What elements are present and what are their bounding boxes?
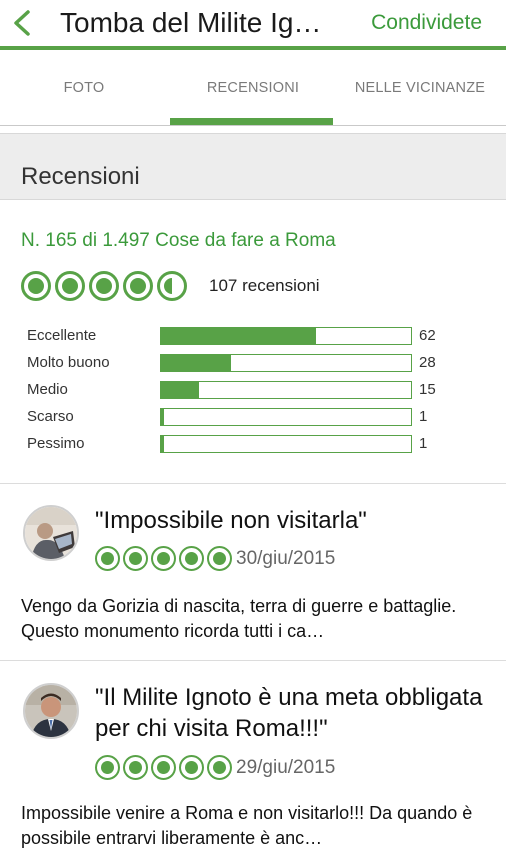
distribution-bar-fill [161, 436, 164, 452]
tab-nelle-vicinanze[interactable]: NELLE VICINANZE [334, 50, 506, 126]
distribution-bar-fill [161, 382, 199, 398]
distribution-label: Molto buono [27, 354, 110, 371]
distribution-label: Pessimo [27, 435, 85, 452]
distribution-count: 28 [419, 354, 436, 371]
distribution-bar [160, 408, 412, 426]
ranking-link[interactable]: N. 165 di 1.497 Cose da fare a Roma [21, 228, 336, 254]
tab-bar: FOTO RECENSIONI NELLE VICINANZE [0, 50, 506, 126]
rating-bubble [207, 546, 232, 571]
distribution-count: 1 [419, 408, 428, 425]
distribution-label: Scarso [27, 408, 74, 425]
rating-bubble [95, 755, 120, 780]
rating-bubble [157, 271, 187, 301]
review-date: 29/giu/2015 [236, 757, 336, 778]
rating-bubble [55, 271, 85, 301]
review-text: Vengo da Gorizia di nascita, terra di gu… [21, 596, 457, 641]
rating-bubble [123, 271, 153, 301]
distribution-label: Medio [27, 381, 68, 398]
rating-bubble [179, 546, 204, 571]
rating-bubbles [21, 271, 191, 301]
tab-foto[interactable]: FOTO [0, 50, 168, 126]
distribution-bar [160, 435, 412, 453]
review-date: 30/giu/2015 [236, 548, 336, 569]
distribution-row[interactable]: Medio 15 [0, 380, 506, 407]
distribution-count: 1 [419, 435, 428, 452]
distribution-row[interactable]: Molto buono 28 [0, 353, 506, 380]
rating-bubble [151, 755, 176, 780]
distribution-bar [160, 381, 412, 399]
rating-bubble [151, 546, 176, 571]
distribution-bar [160, 327, 412, 345]
distribution-bar-fill [161, 328, 316, 344]
rating-bubble [123, 755, 148, 780]
share-button[interactable]: Condividete [371, 10, 482, 36]
distribution-bar-fill [161, 409, 164, 425]
distribution-row[interactable]: Eccellente 62 [0, 326, 506, 353]
distribution-row[interactable]: Scarso 1 [0, 407, 506, 434]
distribution-bar-fill [161, 355, 231, 371]
review-text: Impossibile venire a Roma e non visitarl… [21, 803, 473, 848]
rating-bubble [123, 546, 148, 571]
distribution-row[interactable]: Pessimo 1 [0, 434, 506, 461]
avatar[interactable] [23, 683, 79, 739]
review-title[interactable]: "Il Milite Ignoto è una meta obbligata p… [95, 682, 490, 744]
review-rating-bubbles [95, 755, 235, 780]
rating-bubble [95, 546, 120, 571]
divider [0, 483, 506, 484]
divider [0, 660, 506, 661]
app-header: Tomba del Milite Ig… Condividete [0, 0, 506, 50]
active-tab-indicator [170, 118, 333, 125]
distribution-bar [160, 354, 412, 372]
distribution-count: 15 [419, 381, 436, 398]
distribution-count: 62 [419, 327, 436, 344]
reviews-count: 107 recensioni [209, 276, 320, 295]
rating-bubble [179, 755, 204, 780]
rating-bubble [89, 271, 119, 301]
review-rating-bubbles [95, 546, 235, 571]
distribution-label: Eccellente [27, 327, 97, 344]
page-title: Tomba del Milite Ig… [60, 7, 322, 38]
section-title: Recensioni [21, 163, 140, 190]
avatar[interactable] [23, 505, 79, 561]
chevron-left-icon[interactable] [6, 6, 40, 40]
rating-bubble [21, 271, 51, 301]
rating-bubble [207, 755, 232, 780]
review-title[interactable]: "Impossibile non visitarla" [95, 505, 490, 536]
tab-recensioni[interactable]: RECENSIONI [169, 50, 337, 126]
